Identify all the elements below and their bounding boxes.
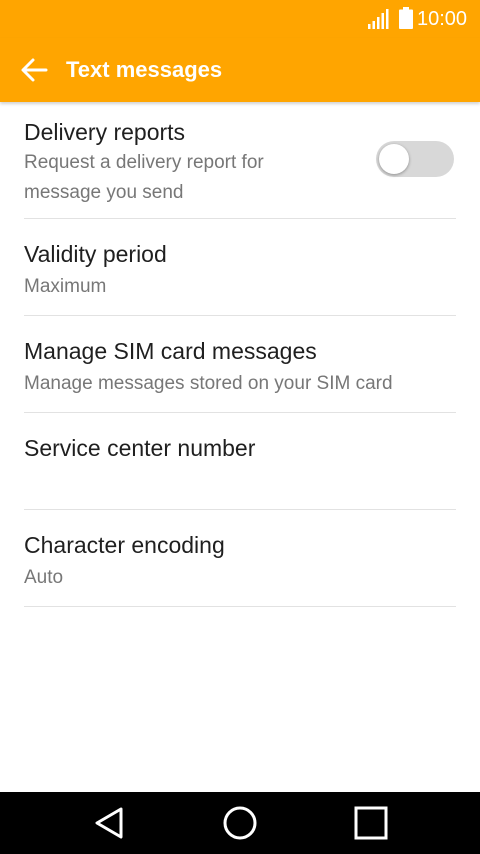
signal-icon [368,9,389,29]
settings-list: Delivery reports Request a delivery repo… [24,103,456,607]
setting-validity-period[interactable]: Validity period Maximum [24,219,456,316]
setting-title: Delivery reports [24,119,186,145]
setting-subtitle: Request a delivery report for [24,152,264,173]
setting-service-center[interactable]: Service center number [24,413,456,510]
setting-subtitle: Auto [24,567,64,588]
setting-title: Character encoding [24,532,225,558]
app-bar: Text messages [0,38,480,102]
navigation-bar [0,792,480,854]
setting-character-encoding[interactable]: Character encoding Auto [24,510,456,607]
nav-back-icon[interactable] [90,803,130,843]
status-clock: 10:00 [417,8,468,30]
setting-title: Manage SIM card messages [24,338,317,364]
page-title: Text messages [66,57,223,82]
toggle-knob [379,144,409,174]
setting-subtitle: Manage messages stored on your SIM card [24,373,393,394]
battery-icon [399,7,413,29]
nav-recents-icon[interactable] [351,803,391,843]
setting-manage-sim[interactable]: Manage SIM card messages Manage messages… [24,316,456,413]
setting-subtitle: Maximum [24,276,107,297]
setting-title: Service center number [24,435,256,461]
setting-delivery-reports[interactable]: Delivery reports Request a delivery repo… [24,103,456,219]
delivery-reports-toggle[interactable] [376,141,454,177]
arrow-back-icon[interactable] [18,54,50,86]
status-bar: 10:00 [0,0,480,38]
setting-subtitle: message you send [24,182,184,203]
setting-title: Validity period [24,241,167,267]
nav-home-icon[interactable] [220,803,260,843]
